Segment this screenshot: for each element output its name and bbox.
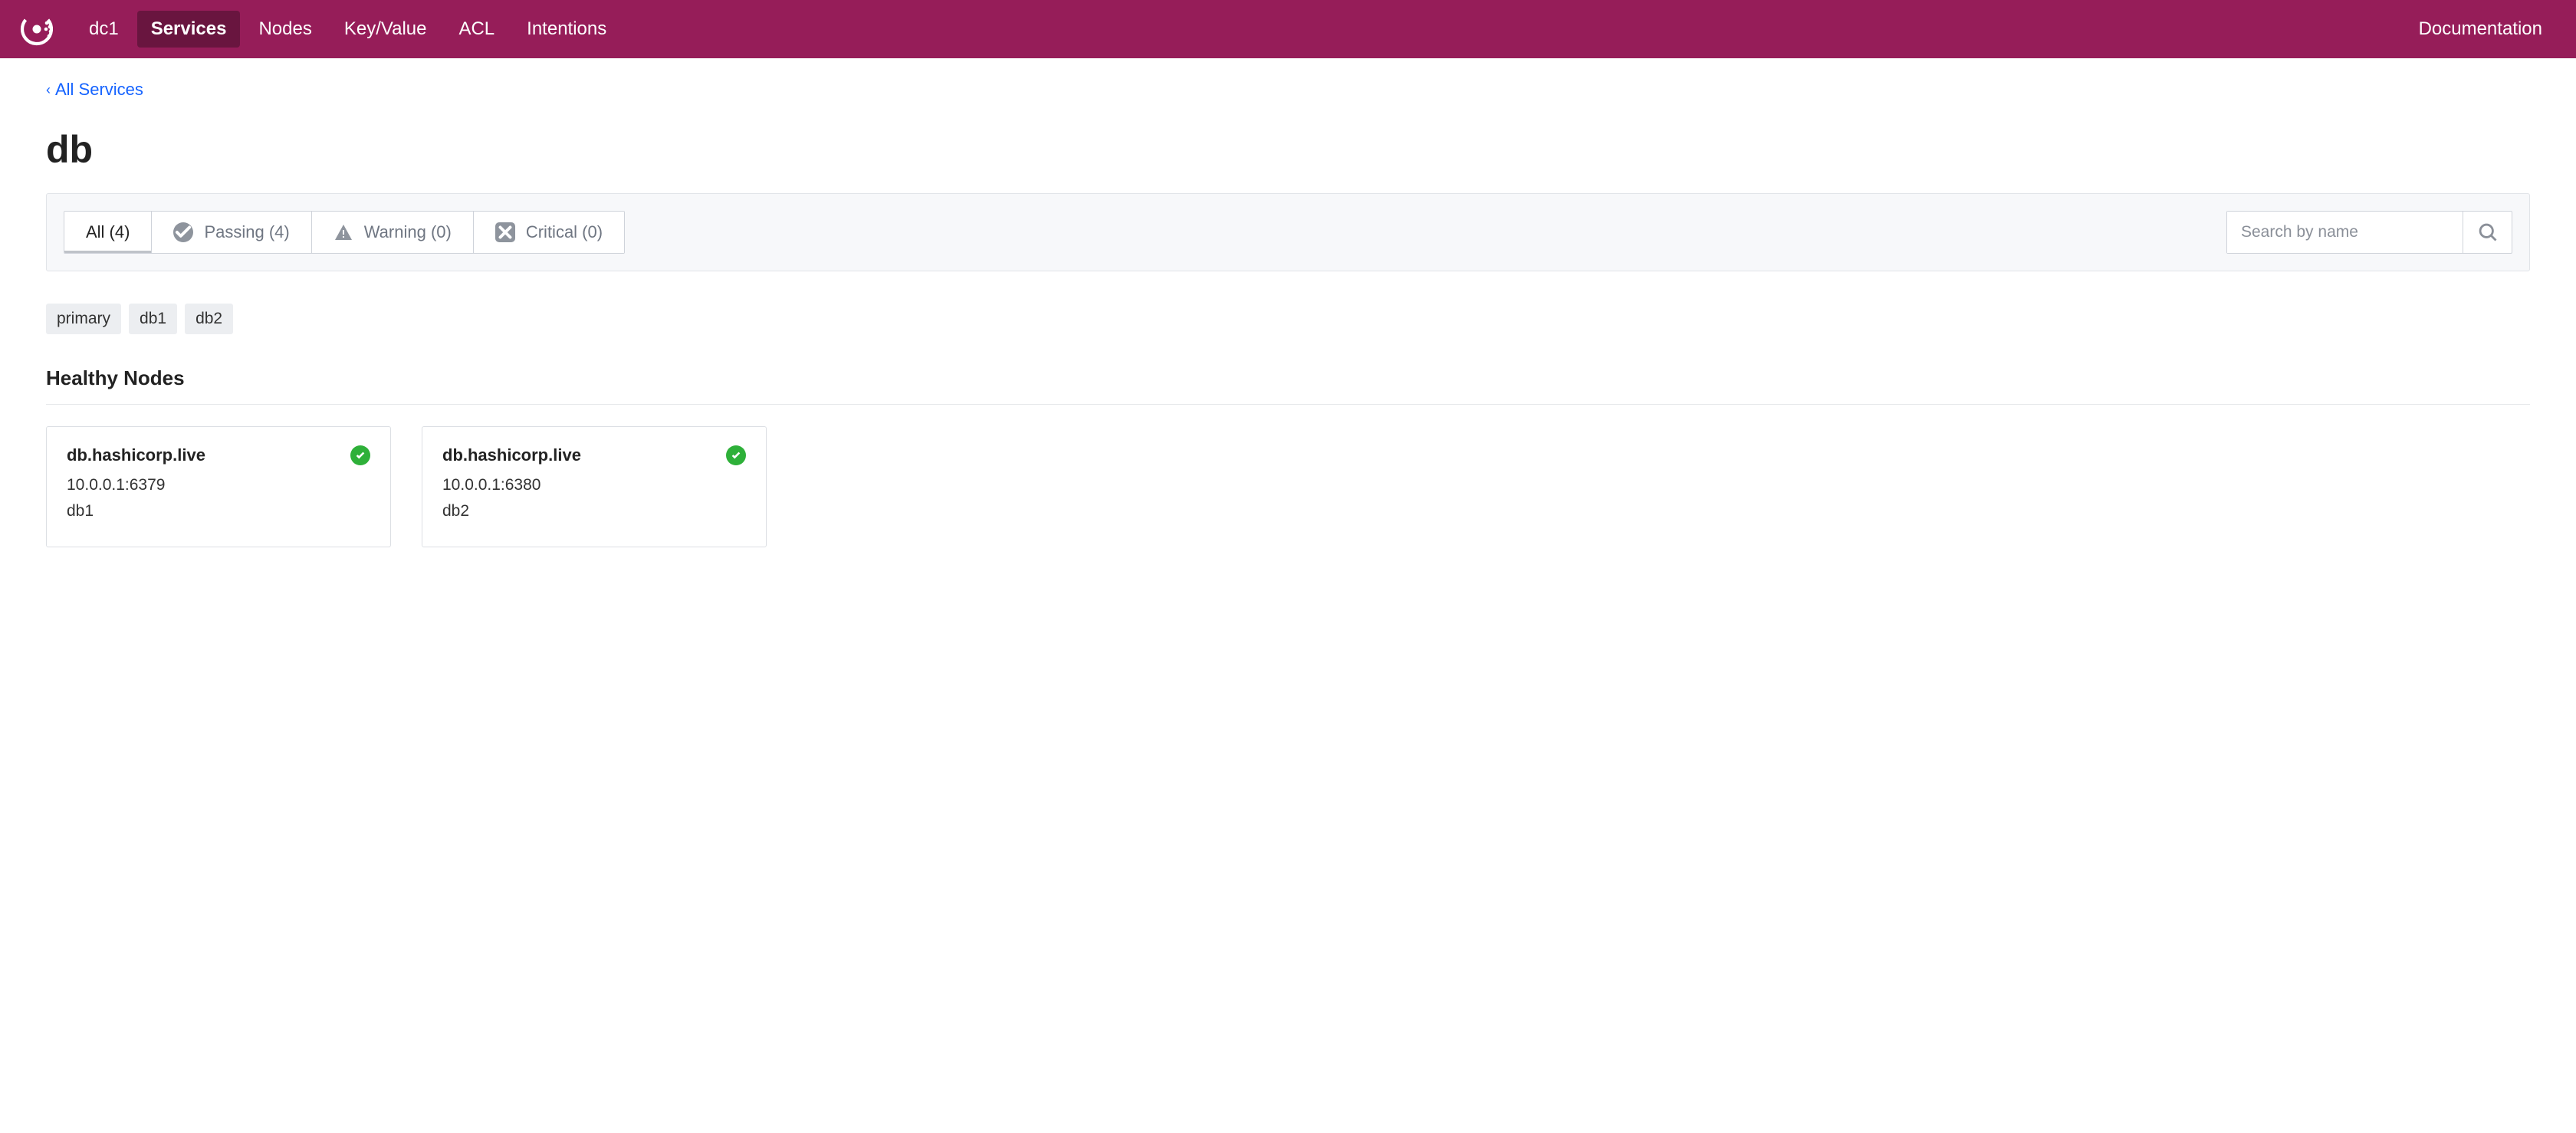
status-passing-icon (350, 445, 370, 465)
documentation-link[interactable]: Documentation (2405, 11, 2556, 48)
nav-item-intentions[interactable]: Intentions (513, 11, 620, 48)
search-icon (2477, 222, 2499, 243)
filter-tab-label: Critical (0) (526, 222, 603, 242)
consul-logo-icon (20, 12, 54, 46)
filter-tabs: All (4) Passing (4) Warning (0) Critical… (64, 211, 625, 254)
node-name: db.hashicorp.live (442, 445, 581, 465)
datacenter-selector[interactable]: dc1 (75, 11, 133, 48)
node-card[interactable]: db.hashicorp.live 10.0.0.1:6380 db2 (422, 426, 767, 547)
breadcrumb-label: All Services (55, 80, 143, 100)
page-title: db (46, 127, 2530, 172)
consul-logo[interactable] (20, 12, 54, 46)
search-button[interactable] (2463, 212, 2512, 253)
node-address: 10.0.0.1:6379 (67, 476, 370, 494)
chevron-left-icon: ‹ (46, 82, 51, 98)
filter-tab-label: Warning (0) (364, 222, 452, 242)
tags-row: primary db1 db2 (46, 304, 2530, 334)
top-nav: dc1 Services Nodes Key/Value ACL Intenti… (0, 0, 2576, 58)
main-content: ‹ All Services db All (4) Passing (4) Wa… (0, 58, 2576, 578)
search-input[interactable] (2227, 212, 2463, 253)
node-address: 10.0.0.1:6380 (442, 476, 746, 494)
filter-tab-warning[interactable]: Warning (0) (312, 212, 474, 253)
tag[interactable]: primary (46, 304, 121, 334)
filter-tab-all[interactable]: All (4) (64, 212, 152, 253)
filter-tab-critical[interactable]: Critical (0) (474, 212, 624, 253)
nav-item-services[interactable]: Services (137, 11, 241, 48)
node-name: db.hashicorp.live (67, 445, 205, 465)
warning-triangle-icon (334, 222, 353, 242)
search-wrap (2226, 211, 2512, 254)
filter-panel: All (4) Passing (4) Warning (0) Critical… (46, 193, 2530, 271)
section-title-healthy-nodes: Healthy Nodes (46, 366, 2530, 405)
status-passing-icon (726, 445, 746, 465)
node-id: db1 (67, 502, 370, 521)
nav-item-keyvalue[interactable]: Key/Value (330, 11, 441, 48)
breadcrumb-all-services[interactable]: ‹ All Services (46, 80, 143, 100)
filter-tab-passing[interactable]: Passing (4) (152, 212, 311, 253)
node-card[interactable]: db.hashicorp.live 10.0.0.1:6379 db1 (46, 426, 391, 547)
filter-tab-label: All (4) (86, 222, 130, 242)
nav-item-acl[interactable]: ACL (445, 11, 508, 48)
x-square-icon (495, 222, 515, 242)
filter-tab-label: Passing (4) (204, 222, 289, 242)
check-circle-icon (173, 222, 193, 242)
node-cards: db.hashicorp.live 10.0.0.1:6379 db1 db.h… (46, 426, 2530, 547)
tag[interactable]: db1 (129, 304, 177, 334)
nav-items: dc1 Services Nodes Key/Value ACL Intenti… (75, 11, 620, 48)
node-id: db2 (442, 502, 746, 521)
tag[interactable]: db2 (185, 304, 233, 334)
nav-item-nodes[interactable]: Nodes (245, 11, 325, 48)
